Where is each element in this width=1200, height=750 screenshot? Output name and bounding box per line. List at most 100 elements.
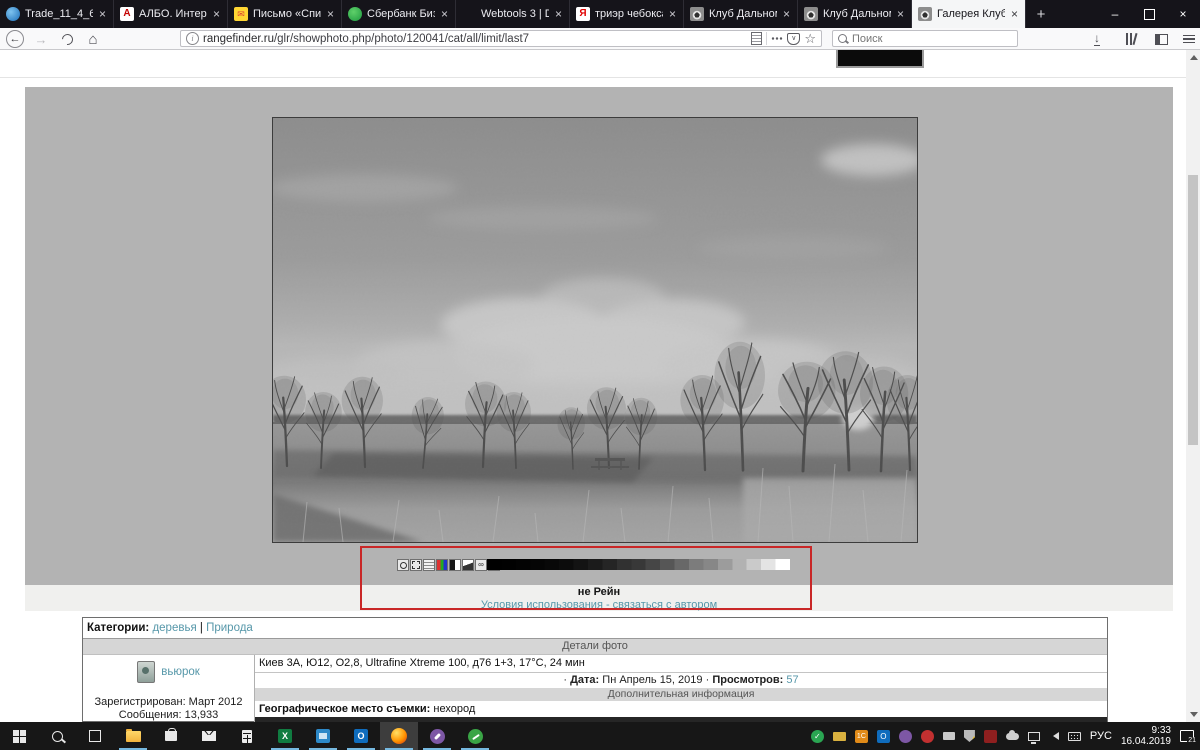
hamburger-icon <box>1183 35 1195 44</box>
tab-close-icon[interactable]: × <box>440 7 449 21</box>
downloads-button[interactable]: ↓ <box>1086 28 1108 50</box>
tab-albo[interactable]: А АЛБО. Интернет-Б × <box>114 0 228 28</box>
search-input[interactable] <box>852 33 1012 45</box>
tab-webtools[interactable]: Webtools 3 | Download × <box>456 0 570 28</box>
scroll-up-icon[interactable] <box>1190 55 1198 60</box>
sidebar-button[interactable] <box>1150 28 1172 50</box>
categories-row: Категории: деревья | Природа <box>83 618 1107 639</box>
cloud-icon[interactable] <box>1006 733 1019 740</box>
contacts-app-button[interactable] <box>304 722 342 750</box>
maximize-icon <box>1144 9 1155 20</box>
clock[interactable]: 9:33 16.04.2019 <box>1121 725 1171 747</box>
sidebar-icon <box>1155 34 1168 45</box>
camera-icon <box>690 7 704 21</box>
tray-folder-icon[interactable] <box>833 732 846 741</box>
search-bar[interactable] <box>832 30 1018 47</box>
tab-club-1[interactable]: Клуб Дальномер - × <box>684 0 798 28</box>
store-button[interactable] <box>152 722 190 750</box>
excel-button[interactable]: X <box>266 722 304 750</box>
outlook-button[interactable]: O <box>342 722 380 750</box>
tab-gallery-active[interactable]: Галерея Клуба Дал × <box>912 0 1026 28</box>
language-indicator[interactable]: РУС <box>1090 730 1112 742</box>
calculator-icon <box>242 730 252 743</box>
maximize-button[interactable] <box>1132 0 1166 28</box>
close-button[interactable]: × <box>1166 0 1200 28</box>
notification-badge: 21 <box>1187 737 1197 745</box>
library-button[interactable] <box>1120 28 1142 50</box>
vertical-scrollbar[interactable] <box>1186 50 1200 722</box>
forward-button[interactable]: → <box>30 28 52 50</box>
firefox-button[interactable] <box>380 722 418 750</box>
tab-close-icon[interactable]: × <box>668 7 677 21</box>
volume-icon[interactable] <box>1049 732 1059 740</box>
tab-mail-letter[interactable]: ✉ Письмо «Списани × <box>228 0 342 28</box>
pocket-icon[interactable]: ∨ <box>787 33 800 45</box>
tray-outlook-icon[interactable]: O <box>877 730 890 743</box>
network-display-icon[interactable] <box>1028 732 1040 741</box>
reload-button[interactable] <box>56 28 78 50</box>
url-bar[interactable]: i rangefinder.ru/glr/showphoto.php/photo… <box>180 30 822 47</box>
tab-sberbank[interactable]: Сбербанк Бизнес О × <box>342 0 456 28</box>
mail-button[interactable] <box>190 722 228 750</box>
printer-icon[interactable] <box>943 732 955 740</box>
security-warning-icon[interactable] <box>964 730 975 742</box>
minimize-button[interactable]: – <box>1098 0 1132 28</box>
home-button[interactable]: ⌂ <box>82 28 104 50</box>
tab-yandex-search[interactable]: Я триэр чебоксары - × <box>570 0 684 28</box>
category-link-nature[interactable]: Природа <box>206 622 253 634</box>
tab-close-icon[interactable]: × <box>896 7 905 21</box>
page-actions-icon[interactable] <box>771 37 783 40</box>
username-link[interactable]: вьюрок <box>161 666 200 678</box>
bookmark-star-icon[interactable]: ☆ <box>804 31 816 47</box>
back-button[interactable]: ← <box>4 28 26 50</box>
new-tab-button[interactable]: + <box>1026 0 1056 28</box>
tab-close-icon[interactable]: × <box>98 7 107 21</box>
main-photo[interactable] <box>272 117 918 543</box>
red-utility-icon[interactable] <box>984 730 997 743</box>
reload-icon <box>59 31 74 46</box>
sbis-button[interactable] <box>456 722 494 750</box>
tray-viber-icon[interactable] <box>899 730 912 743</box>
category-separator: | <box>200 622 203 634</box>
taskbar-search-button[interactable] <box>38 722 76 750</box>
photo-details-table: Категории: деревья | Природа Детали фото… <box>82 617 1108 722</box>
onec-icon[interactable]: 1С <box>855 730 868 743</box>
task-view-button[interactable] <box>76 722 114 750</box>
document-blue-icon <box>6 7 20 21</box>
file-explorer-button[interactable] <box>114 722 152 750</box>
back-icon: ← <box>6 30 24 48</box>
calculator-button[interactable] <box>228 722 266 750</box>
scrolled-thumbnail[interactable] <box>836 50 924 68</box>
sberbank-icon <box>348 7 362 21</box>
tab-title: триэр чебоксары - <box>595 8 663 20</box>
tab-close-icon[interactable]: × <box>326 7 335 21</box>
start-button[interactable] <box>0 722 38 750</box>
contact-card-icon <box>316 729 330 743</box>
menu-button[interactable] <box>1178 28 1200 50</box>
tab-close-icon[interactable]: × <box>782 7 791 21</box>
notification-center-icon[interactable]: 21 <box>1180 730 1194 742</box>
task-view-icon <box>89 730 101 742</box>
windows-logo-icon <box>13 730 26 743</box>
reader-mode-icon[interactable] <box>751 32 762 45</box>
tab-close-icon[interactable]: × <box>212 7 221 21</box>
tab-trade[interactable]: Trade_11_4_6_230_u × <box>0 0 114 28</box>
scroll-down-icon[interactable] <box>1190 712 1198 717</box>
tab-club-2[interactable]: Клуб Дальномер - × <box>798 0 912 28</box>
record-dot-icon[interactable] <box>921 730 934 743</box>
site-info-icon[interactable]: i <box>186 32 199 45</box>
system-tray: ✓ 1С O РУС 9:33 16.04.2019 21 <box>811 725 1200 747</box>
url-path: /glr/showphoto.php/photo/120041/cat/all/… <box>274 33 529 45</box>
firefox-icon <box>391 728 407 744</box>
antivirus-check-icon[interactable]: ✓ <box>811 730 824 743</box>
viber-button[interactable] <box>418 722 456 750</box>
landscape-photo-graphic <box>273 118 917 542</box>
tab-close-icon[interactable]: × <box>1010 7 1019 21</box>
tab-title: АЛБО. Интернет-Б <box>139 8 207 20</box>
category-link-trees[interactable]: деревья <box>152 622 196 634</box>
keyboard-icon[interactable] <box>1068 732 1081 741</box>
scrollbar-thumb[interactable] <box>1188 175 1198 445</box>
tab-close-icon[interactable]: × <box>554 7 563 21</box>
yandex-mail-icon: ✉ <box>234 7 248 21</box>
windows-taskbar: X O ✓ 1С O РУС 9:33 16.04.2019 <box>0 722 1200 750</box>
